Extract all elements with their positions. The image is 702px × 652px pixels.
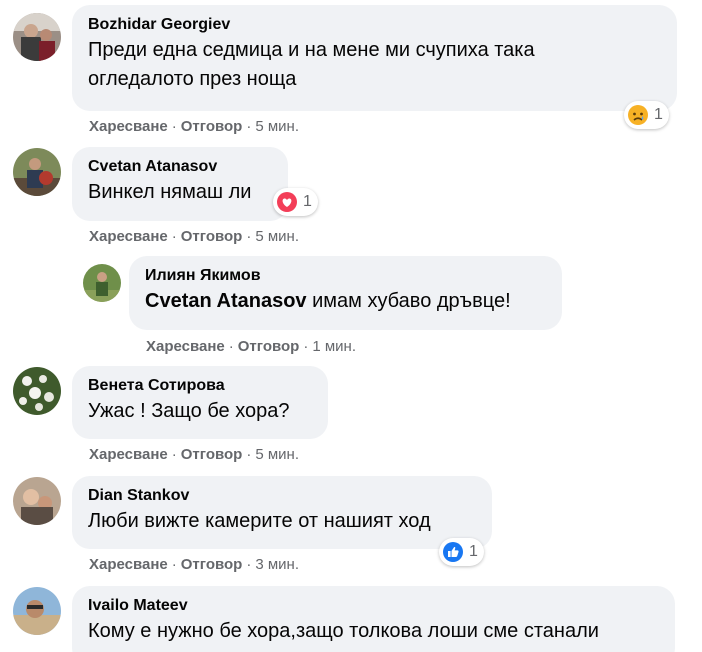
- reaction-count: 1: [303, 193, 312, 210]
- comment-bubble: Ivailo Mateev Кому е нужно бе хора,защо …: [72, 586, 675, 652]
- comment-actions: Харесване · Отговор · 5 мин.: [89, 117, 299, 137]
- avatar[interactable]: [83, 264, 121, 302]
- separator: ·: [246, 228, 252, 245]
- avatar[interactable]: [13, 13, 61, 61]
- comment-text-line: огледалото през нощa: [88, 68, 297, 90]
- comment-author[interactable]: Илиян Якимов: [145, 265, 546, 287]
- comment-text-line: Кому е нужно бе хора,защо толкова лоши с…: [88, 620, 599, 642]
- like-link[interactable]: Харесване: [89, 228, 168, 245]
- comment-bubble: Cvetan Atanasov Винкел нямаш ли: [72, 147, 288, 221]
- reply-text: имам хубаво дръвце!: [312, 290, 511, 312]
- separator: ·: [246, 446, 252, 463]
- like-link[interactable]: Харесване: [89, 556, 168, 573]
- comment-actions: Харесване · Отговор · 5 мин.: [89, 227, 299, 247]
- comment-text-line: Винкел нямаш ли: [88, 181, 252, 203]
- reply-link[interactable]: Отговор: [181, 118, 243, 135]
- comment-bubble: Bozhidar Georgiev Преди една седмица и н…: [72, 5, 677, 111]
- comment-bubble: Илиян Якимов Cvetan Atanasov имам хубаво…: [129, 256, 562, 330]
- comment-author[interactable]: Венета Сотирова: [88, 375, 312, 397]
- comment-author[interactable]: Cvetan Atanasov: [88, 156, 272, 178]
- love-reaction-icon: [276, 191, 298, 213]
- comment-bubble: Венета Сотирова Ужас ! Защо бе хора?: [72, 366, 328, 439]
- comment-actions: Харесване · Отговор · 3 мин.: [89, 555, 299, 575]
- comment-author[interactable]: Dian Stankov: [88, 485, 476, 507]
- separator: ·: [303, 338, 309, 355]
- mention-link[interactable]: Cvetan Atanasov: [145, 290, 307, 312]
- comment-timestamp[interactable]: 1 мин.: [312, 338, 356, 355]
- comment-text-line: Преди една седмица и на мене ми счупиха …: [88, 39, 535, 61]
- comment-text-line: Cvetan Atanasov имам хубаво дръвце!: [145, 287, 546, 316]
- like-link[interactable]: Харесване: [89, 118, 168, 135]
- comment-actions: Харесване · Отговор · 1 мин.: [146, 337, 356, 357]
- separator: ·: [171, 118, 177, 135]
- like-link[interactable]: Харесване: [89, 446, 168, 463]
- reaction-count: 1: [469, 543, 478, 560]
- like-link[interactable]: Харесване: [146, 338, 225, 355]
- avatar[interactable]: [13, 367, 61, 415]
- separator: ·: [171, 228, 177, 245]
- reaction-summary[interactable]: 1: [439, 538, 484, 566]
- reaction-summary[interactable]: 1: [624, 101, 669, 129]
- comment-timestamp[interactable]: 3 мин.: [255, 556, 299, 573]
- comment-text-line: Ужас ! Защо бе хора?: [88, 400, 290, 422]
- comment-timestamp[interactable]: 5 мин.: [255, 118, 299, 135]
- avatar[interactable]: [13, 477, 61, 525]
- comment-text-line: Люби вижте камерите от нашият ход: [88, 510, 431, 532]
- reply-link[interactable]: Отговор: [238, 338, 300, 355]
- separator: ·: [228, 338, 234, 355]
- comment-timestamp[interactable]: 5 мин.: [255, 446, 299, 463]
- comment-author[interactable]: Ivailo Mateev: [88, 595, 659, 617]
- comment-actions: Харесване · Отговор · 5 мин.: [89, 445, 299, 465]
- reply-link[interactable]: Отговор: [181, 228, 243, 245]
- avatar[interactable]: [13, 148, 61, 196]
- comment-author[interactable]: Bozhidar Georgiev: [88, 14, 661, 36]
- comment-bubble: Dian Stankov Люби вижте камерите от наши…: [72, 476, 492, 549]
- like-reaction-icon: [442, 541, 464, 563]
- reply-link[interactable]: Отговор: [181, 556, 243, 573]
- separator: ·: [246, 556, 252, 573]
- separator: ·: [171, 556, 177, 573]
- reaction-count: 1: [654, 106, 663, 123]
- reaction-summary[interactable]: 1: [273, 188, 318, 216]
- avatar[interactable]: [13, 587, 61, 635]
- separator: ·: [171, 446, 177, 463]
- separator: ·: [246, 118, 252, 135]
- sad-reaction-icon: [627, 104, 649, 126]
- comment-timestamp[interactable]: 5 мин.: [255, 228, 299, 245]
- reply-link[interactable]: Отговор: [181, 446, 243, 463]
